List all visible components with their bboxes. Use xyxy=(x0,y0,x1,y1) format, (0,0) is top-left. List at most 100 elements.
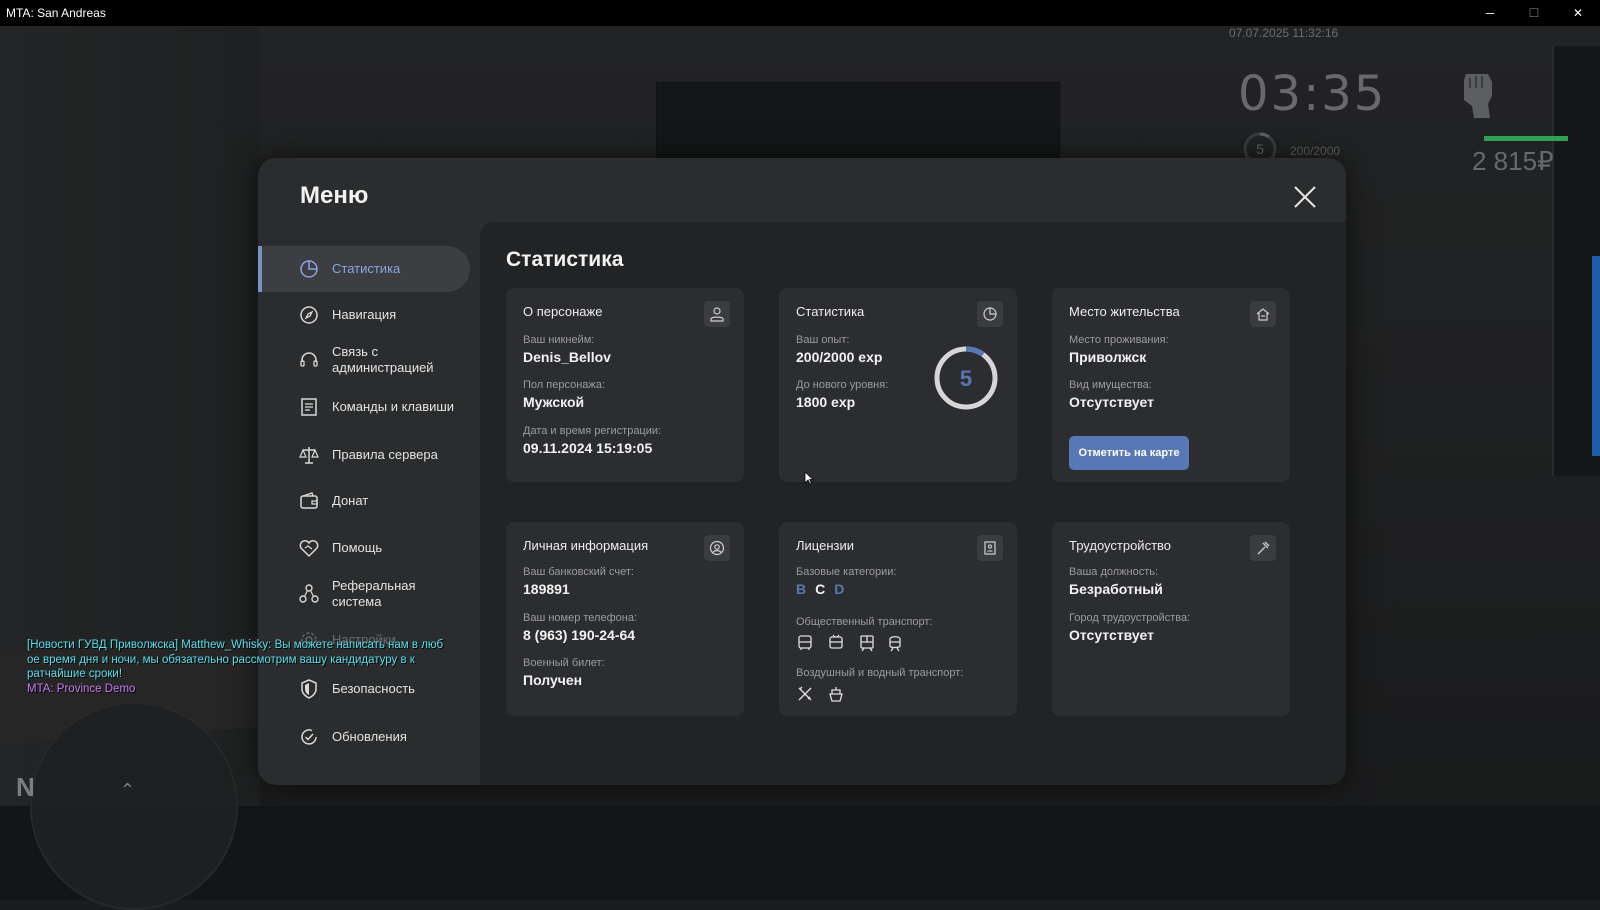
sidebar-item-admin-contact[interactable]: Связь с администрацией xyxy=(258,338,470,382)
card-title: Трудоустройство xyxy=(1069,538,1172,553)
place-value: Приволжск xyxy=(1069,349,1147,365)
card-title: Лицензии xyxy=(796,538,854,553)
headset-icon xyxy=(300,352,318,367)
sidebar-item-donate[interactable]: Донат xyxy=(258,482,470,520)
license-icon xyxy=(977,535,1003,561)
trolleybus-icon xyxy=(829,634,843,649)
sidebar-item-referral[interactable]: Реферальная система xyxy=(258,572,470,616)
property-value: Отсутствует xyxy=(1069,394,1154,410)
player-arrow-icon: ⌃ xyxy=(120,780,136,800)
content-title: Статистика xyxy=(506,248,624,271)
registration-label: Дата и время регистрации: xyxy=(523,425,662,437)
minimize-button[interactable]: ─ xyxy=(1468,0,1512,26)
bank-value: 189891 xyxy=(523,581,570,597)
boat-icon xyxy=(829,687,843,702)
level-value: 5 xyxy=(960,366,972,391)
chat-box: [Новости ГУВД Приволжска] Matthew_Whisky… xyxy=(27,638,487,696)
content-panel: Статистика О персонаже Ваш никнейм: Deni… xyxy=(480,222,1346,785)
exp-value: 200/2000 exp xyxy=(796,349,883,365)
sidebar-item-statistics[interactable]: Статистика xyxy=(258,246,470,292)
registration-value: 09.11.2024 15:19:05 xyxy=(523,440,653,456)
base-categories-label: Базовые категории: xyxy=(796,566,897,578)
card-stats: Статистика Ваш опыт: 200/2000 exp До нов… xyxy=(779,288,1017,482)
card-title: Статистика xyxy=(796,304,865,319)
gender-value: Мужской xyxy=(523,394,585,410)
public-transport-label: Общественный транспорт: xyxy=(796,616,933,628)
license-categories: BCD xyxy=(796,581,853,599)
card-employment: Трудоустройство Ваша должность: Безработ… xyxy=(1052,522,1290,716)
radar-north-label: N xyxy=(16,772,35,802)
sidebar-item-label: Реферальная система xyxy=(332,578,416,609)
sidebar-item-help[interactable]: Помощь xyxy=(258,529,470,567)
menu-title: Меню xyxy=(300,182,369,209)
position-value: Безработный xyxy=(1069,581,1163,597)
sidebar-item-label: Команды и клавиши xyxy=(332,399,455,414)
next-level-value: 1800 exp xyxy=(796,394,856,410)
bus-icon xyxy=(798,635,812,650)
property-label: Вид имущества: xyxy=(1069,379,1152,391)
sidebar-item-label: Донат xyxy=(332,493,369,508)
chat-line: [Новости ГУВД Приволжска] Matthew_Whisky… xyxy=(27,639,444,651)
network-icon xyxy=(299,584,319,603)
close-icon[interactable] xyxy=(1292,184,1318,210)
work-city-value: Отсутствует xyxy=(1069,627,1154,643)
hud-money: 2 815₽ xyxy=(1472,146,1554,176)
card-personal-info: Личная информация Ваш банковский счет: 1… xyxy=(506,522,744,716)
chart-pie-icon xyxy=(977,301,1003,327)
nickname-value: Denis_Bellov xyxy=(523,349,611,365)
exp-label: Ваш опыт: xyxy=(796,334,850,346)
card-title: Личная информация xyxy=(523,538,649,553)
military-value: Получен xyxy=(523,672,583,688)
mark-on-map-button[interactable]: Отметить на карте xyxy=(1069,436,1189,470)
nickname-label: Ваш никнейм: xyxy=(523,334,595,346)
mouse-cursor-icon xyxy=(804,471,814,485)
card-residence: Место жительства Место проживания: Приво… xyxy=(1052,288,1290,482)
sidebar-item-navigation[interactable]: Навигация xyxy=(258,296,470,334)
air-transport-label: Воздушный и водный транспорт: xyxy=(796,667,964,679)
scene-monitor xyxy=(1552,46,1600,476)
scene-floor xyxy=(0,806,1600,900)
license-category-c: C xyxy=(815,581,826,597)
wallet-icon xyxy=(300,492,318,509)
card-title: О персонаже xyxy=(523,304,603,319)
hud-clock: 03:35 xyxy=(1238,66,1387,122)
radar-minimap xyxy=(30,702,238,910)
license-category-d: D xyxy=(834,581,845,597)
person-icon xyxy=(704,301,730,327)
sidebar-item-label: Статистика xyxy=(332,261,401,276)
sidebar-item-label: Помощь xyxy=(332,540,383,555)
close-window-button[interactable]: ✕ xyxy=(1556,0,1600,26)
gender-label: Пол персонажа: xyxy=(523,379,605,391)
sidebar-item-label: Навигация xyxy=(332,307,397,322)
compass-icon xyxy=(300,306,318,324)
sidebar-item-commands[interactable]: Команды и клавиши xyxy=(258,388,470,426)
place-label: Место проживания: xyxy=(1069,334,1169,346)
house-icon xyxy=(1250,301,1276,327)
card-title: Место жительства xyxy=(1069,304,1180,319)
phone-value: 8 (963) 190-24-64 xyxy=(523,627,636,643)
level-progress-ring: 5 xyxy=(934,346,998,410)
sidebar-item-label: Связь с администрацией xyxy=(332,344,434,375)
sidebar-item-rules[interactable]: Правила сервера xyxy=(258,436,470,474)
fist-weapon-icon xyxy=(1464,74,1492,118)
maximize-button[interactable]: ☐ xyxy=(1512,0,1556,26)
hud-health-bar xyxy=(1484,136,1568,141)
window-title: MTA: San Andreas xyxy=(6,6,106,20)
bank-label: Ваш банковский счет: xyxy=(523,566,634,578)
sidebar-item-updates[interactable]: Обновления xyxy=(258,718,470,756)
chart-pie-icon xyxy=(300,260,318,278)
metro-icon xyxy=(889,636,901,652)
hammer-icon xyxy=(1250,535,1276,561)
card-licenses: Лицензии Базовые категории: BCD Обществе… xyxy=(779,522,1017,716)
chat-line: MTA: Province Demo xyxy=(27,682,136,695)
heart-handshake-icon xyxy=(299,540,319,558)
military-label: Военный билет: xyxy=(523,657,605,669)
phone-label: Ваш номер телефона: xyxy=(523,612,638,624)
refresh-check-icon xyxy=(301,729,317,745)
hud-exp: 200/2000 xyxy=(1290,144,1341,158)
next-level-label: До нового уровня: xyxy=(796,379,889,391)
window-titlebar: MTA: San Andreas ─ ☐ ✕ xyxy=(0,0,1600,26)
work-city-label: Город трудоустройства: xyxy=(1069,612,1191,624)
airplane-icon xyxy=(798,686,812,701)
sidebar-item-label: Правила сервера xyxy=(332,447,438,462)
